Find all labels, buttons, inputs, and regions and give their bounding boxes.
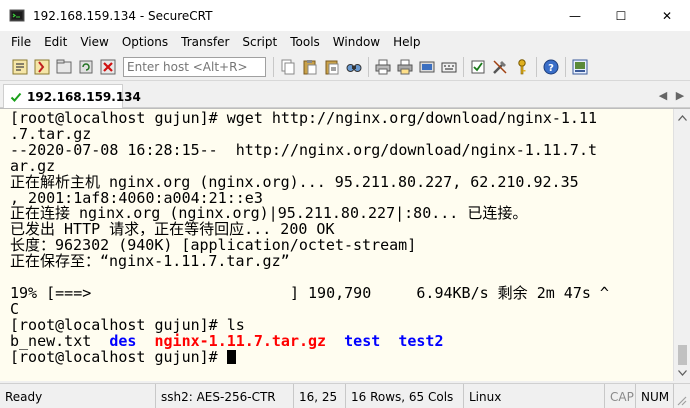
tab-scroll-left-icon[interactable]: ◀ <box>655 82 671 108</box>
toolbar-separator <box>273 56 274 77</box>
menu-view[interactable]: View <box>80 35 108 49</box>
menu-tools[interactable]: Tools <box>290 35 320 49</box>
close-button[interactable]: ✕ <box>644 0 690 31</box>
connect-in-tab-icon[interactable] <box>53 56 75 78</box>
status-ready: Ready <box>0 384 156 408</box>
reconnect-icon[interactable] <box>75 56 97 78</box>
status-num-lock: NUM <box>636 384 674 408</box>
toolbar-separator <box>463 56 464 77</box>
status-caps-lock: CAP <box>605 384 636 408</box>
scroll-up-icon[interactable] <box>674 109 690 126</box>
ls-dir-entry: test <box>344 331 381 350</box>
keymap-icon[interactable] <box>438 56 460 78</box>
menu-file[interactable]: File <box>11 35 31 49</box>
tab-scroll-right-icon[interactable]: ▶ <box>672 82 688 108</box>
terminal-prompt: [root@localhost gujun]# <box>10 347 227 366</box>
status-bar: Ready ssh2: AES-256-CTR 16, 25 16 Rows, … <box>0 383 690 408</box>
toolbar-separator <box>565 56 566 77</box>
menu-window[interactable]: Window <box>333 35 380 49</box>
menu-transfer[interactable]: Transfer <box>181 35 229 49</box>
securecrt-app-icon <box>9 8 25 24</box>
ls-dir-entry: test2 <box>398 331 444 350</box>
tab-bar: 192.168.159.134 ◀ ▶ <box>0 82 690 108</box>
menu-bar: File Edit View Options Transfer Script T… <box>0 31 690 53</box>
svg-text:?: ? <box>548 63 554 74</box>
minimize-button[interactable]: — <box>552 0 598 31</box>
status-cursor-position: 16, 25 <box>294 384 346 408</box>
terminal-line: [root@localhost gujun]# wget http://ngin… <box>10 111 597 127</box>
scroll-down-icon[interactable] <box>674 364 690 381</box>
resize-grip-icon[interactable] <box>675 394 687 408</box>
title-bar: 192.168.159.134 - SecureCRT — ☐ ✕ <box>0 0 690 31</box>
session-tab[interactable]: 192.168.159.134 <box>3 84 141 108</box>
copy-paste-icon[interactable] <box>321 56 343 78</box>
session-options-icon[interactable] <box>467 56 489 78</box>
terminal-line: --2020-07-08 16:28:15-- http://nginx.org… <box>10 140 597 159</box>
copy-icon[interactable] <box>277 56 299 78</box>
menu-options[interactable]: Options <box>122 35 168 49</box>
window-title: 192.168.159.134 - SecureCRT <box>33 8 213 23</box>
vertical-scrollbar[interactable] <box>673 109 690 381</box>
session-tab-label: 192.168.159.134 <box>27 89 141 104</box>
terminal-cursor <box>226 349 236 364</box>
global-options-icon[interactable] <box>489 56 511 78</box>
keychain-icon[interactable] <box>511 56 533 78</box>
paste-icon[interactable] <box>299 56 321 78</box>
terminal-line: 正在保存至：“nginx-1.11.7.tar.gz” <box>10 252 290 271</box>
quick-connect-icon[interactable] <box>31 56 53 78</box>
sftp-icon[interactable] <box>569 56 591 78</box>
connect-icon[interactable] <box>9 56 31 78</box>
maximize-button[interactable]: ☐ <box>598 0 644 31</box>
help-icon[interactable]: ? <box>540 56 562 78</box>
toolbar-separator <box>368 56 369 77</box>
terminal-output: [root@localhost gujun]# wget http://ngin… <box>10 111 668 379</box>
status-terminal-size: 16 Rows, 65 Cols <box>346 384 464 408</box>
find-icon[interactable] <box>343 56 365 78</box>
print-icon[interactable] <box>372 56 394 78</box>
scrollbar-thumb[interactable] <box>678 345 687 365</box>
print-selection-icon[interactable] <box>394 56 416 78</box>
disconnect-icon[interactable] <box>97 56 119 78</box>
toolbar: ? <box>0 53 690 81</box>
toolbar-separator <box>536 56 537 77</box>
menu-help[interactable]: Help <box>393 35 420 49</box>
enter-host-input[interactable] <box>123 56 266 77</box>
terminal-line: 19% [===> ] 190,790 6.94KB/s 剩余 2m 47s ^ <box>10 283 609 302</box>
menu-script[interactable]: Script <box>242 35 277 49</box>
status-cipher: ssh2: AES-256-CTR <box>156 384 294 408</box>
terminal-area[interactable]: [root@localhost gujun]# wget http://ngin… <box>0 108 690 381</box>
status-terminal-type: Linux <box>464 384 605 408</box>
print-setup-icon[interactable] <box>416 56 438 78</box>
connected-check-icon <box>10 91 22 103</box>
menu-edit[interactable]: Edit <box>44 35 67 49</box>
